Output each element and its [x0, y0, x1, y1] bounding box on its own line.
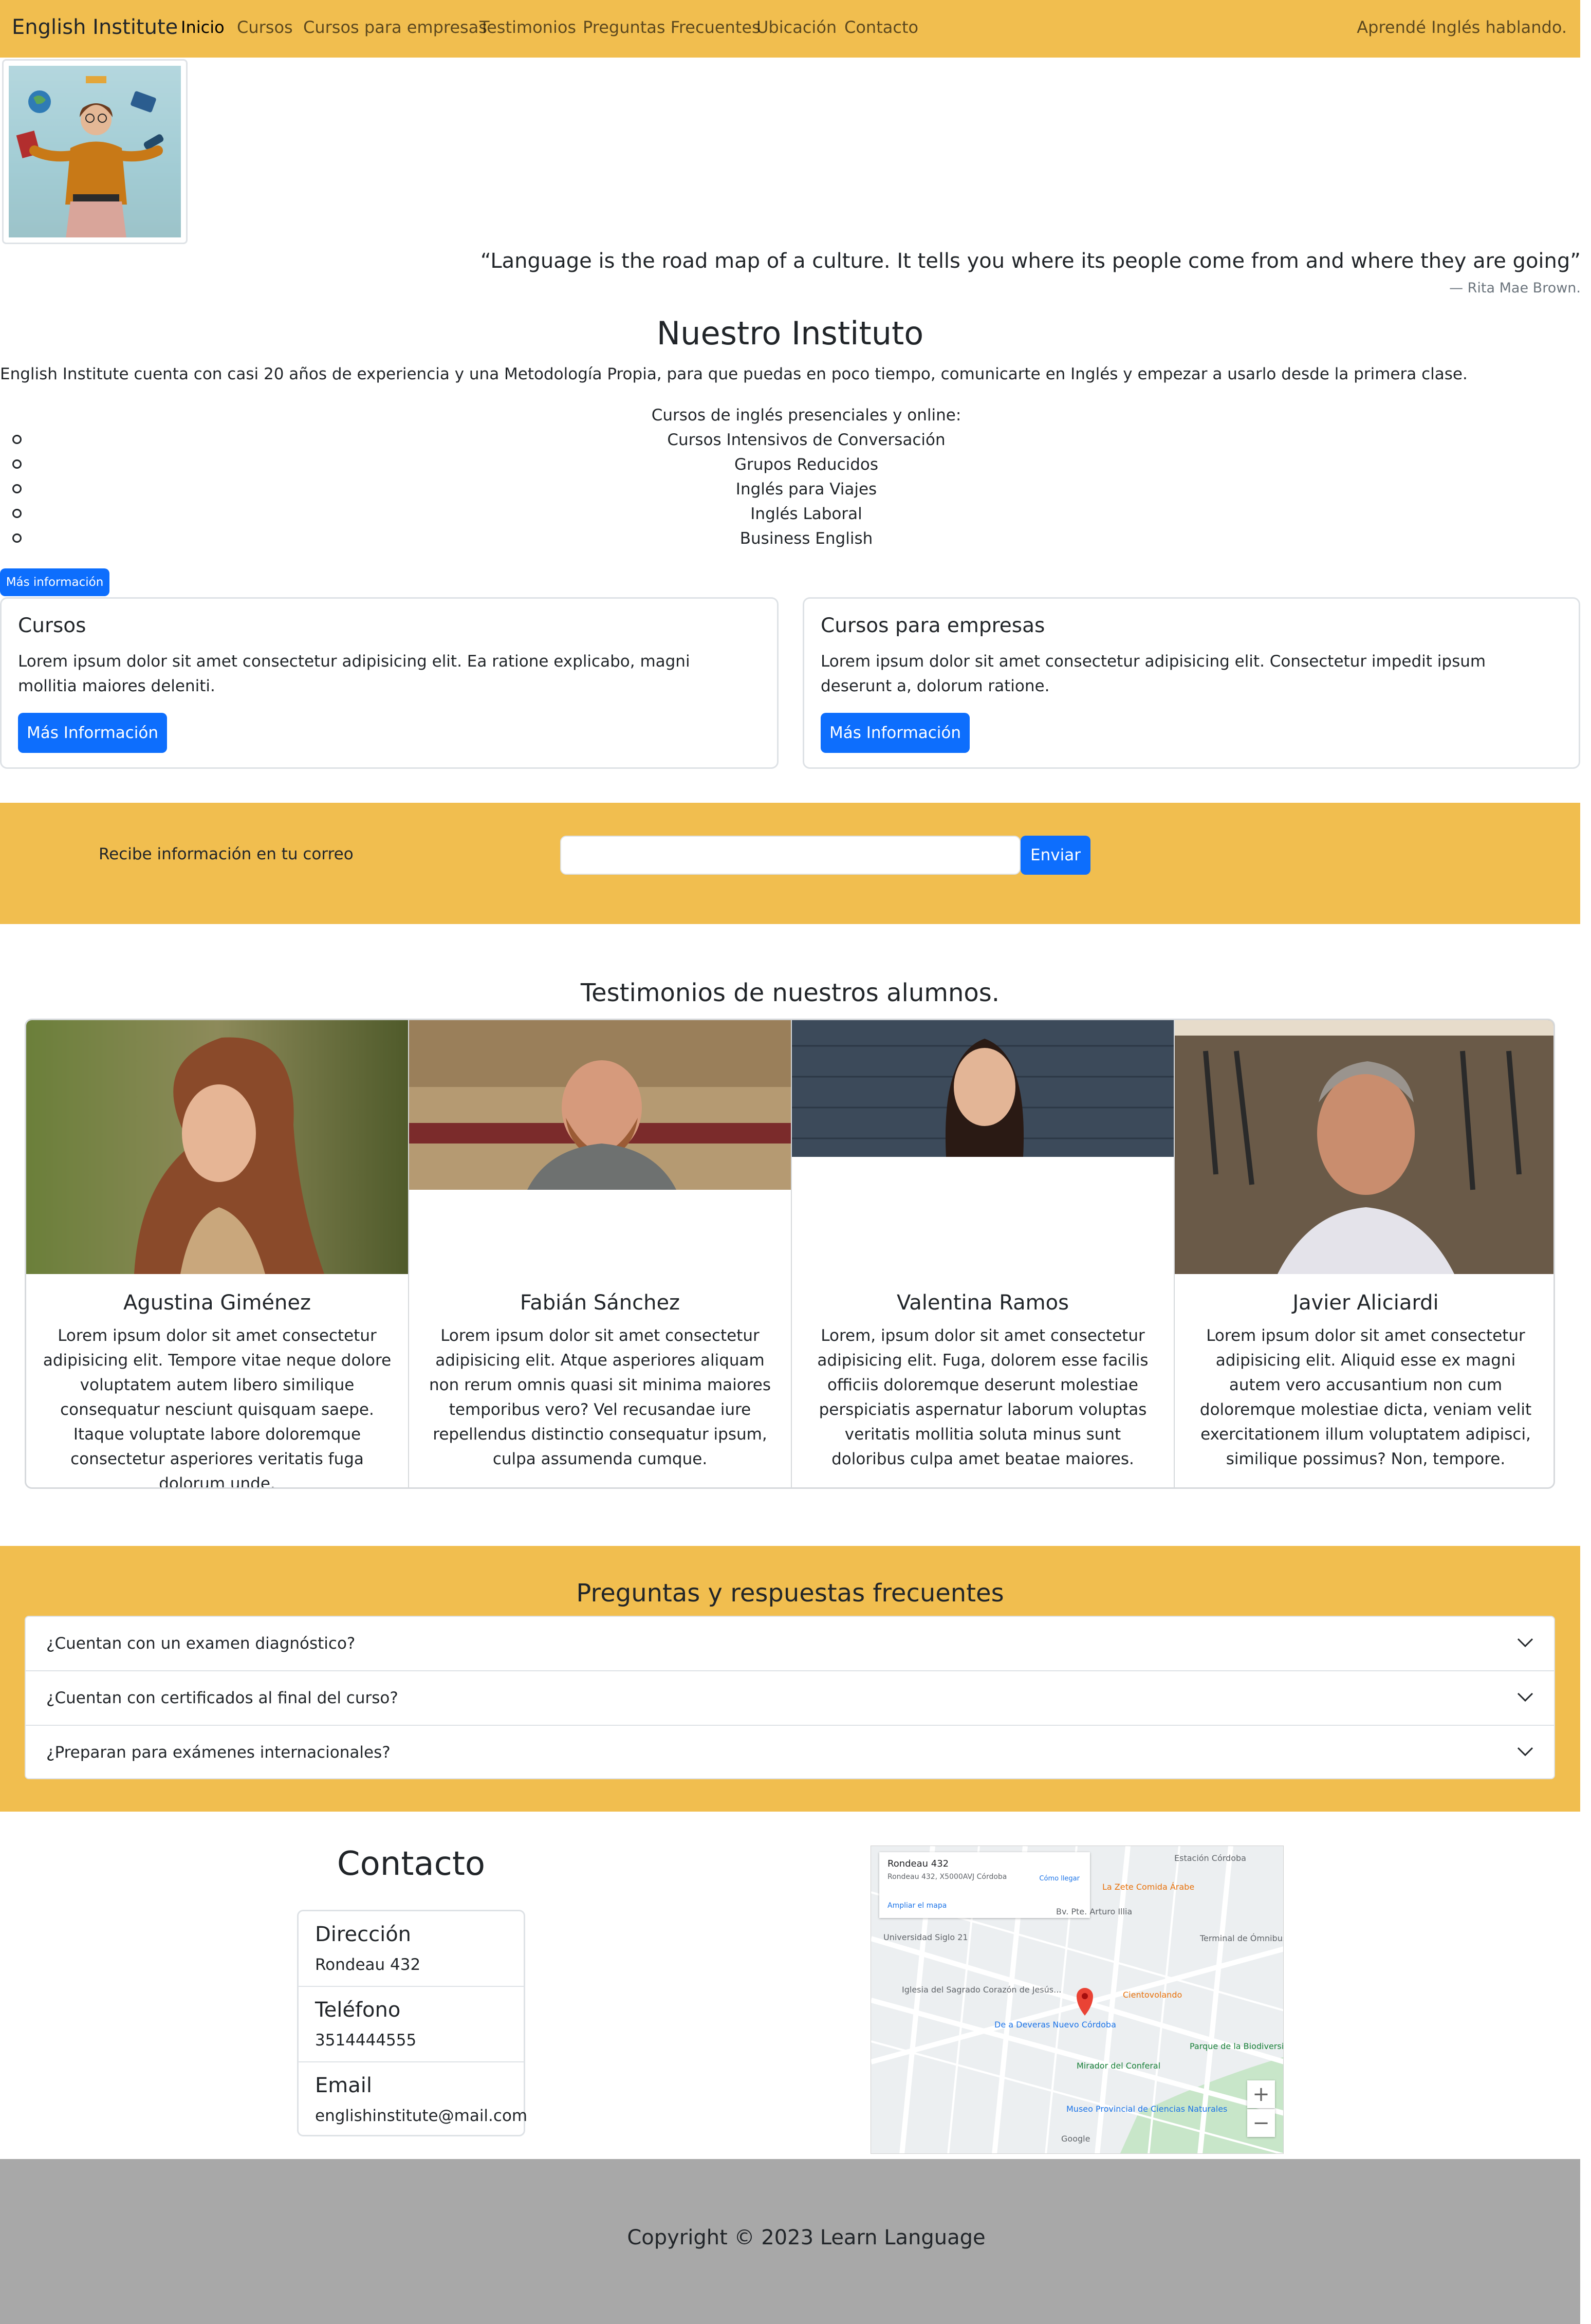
testimonial-name: Valentina Ramos — [897, 1291, 1069, 1315]
map-label: Estación Córdoba — [1174, 1853, 1246, 1863]
nav-contacto[interactable]: Contacto — [844, 17, 918, 37]
hero-quote-author: — Rita Mae Brown. — [1449, 280, 1581, 296]
chevron-down-icon — [1517, 1638, 1533, 1648]
chevron-down-icon — [1517, 1692, 1533, 1702]
section-title-testimonios: Testimonios de nuestros alumnos. — [580, 979, 1000, 1007]
copyright-text: Copyright © 2023 Learn Language — [627, 2226, 986, 2249]
newsletter-section: Recibe información en tu correo Enviar — [0, 803, 1580, 924]
testimonial-text: Lorem ipsum dolor sit amet consectetur a… — [429, 1326, 771, 1468]
map-label: Bv. Pte. Arturo Illia — [1056, 1907, 1133, 1916]
map-label: Google — [1061, 2134, 1090, 2144]
accordion-question: ¿Cuentan con un examen diagnóstico? — [46, 1634, 356, 1653]
testimonial-photo — [1175, 1020, 1553, 1274]
email-input[interactable] — [560, 836, 1021, 875]
section-title-instituto: Nuestro Instituto — [656, 315, 924, 352]
card-cursos-empresas: Cursos para empresas Lorem ipsum dolor s… — [803, 597, 1580, 769]
map-label: Parque de la Biodiversidad — [1190, 2041, 1284, 2051]
map-label: Mirador del Conferal — [1077, 2061, 1161, 2071]
map-place-title: Rondeau 432 — [887, 1858, 949, 1869]
contact-item-direccion: Dirección Rondeau 432 — [299, 1911, 524, 1987]
map-enlarge-link[interactable]: Ampliar el mapa — [887, 1902, 947, 1910]
card-text: Lorem ipsum dolor sit amet consectetur a… — [18, 652, 690, 695]
map-place-address: Rondeau 432, X5000AVJ Córdoba — [887, 1873, 1007, 1881]
brand-link[interactable]: English Institute — [12, 15, 178, 39]
map-label: La Zete Comida Árabe — [1102, 1882, 1195, 1892]
contact-item-email: Email englishinstitute@mail.com — [299, 2062, 528, 2138]
zoom-in-button[interactable]: + — [1247, 2080, 1275, 2108]
map-label: De a Deveras Nuevo Córdoba — [994, 2020, 1116, 2030]
testimonial-name: Fabián Sánchez — [520, 1291, 680, 1315]
accordion-question: ¿Cuentan con certificados al final del c… — [46, 1689, 398, 1707]
course-list-item: Grupos Reducidos — [734, 455, 879, 474]
contact-item-telefono: Teléfono 3514444555 — [299, 1987, 524, 2062]
empresas-more-info-button[interactable]: Más Información — [821, 713, 970, 753]
accordion-question: ¿Preparan para exámenes internacionales? — [46, 1743, 391, 1762]
section-title-faq: Preguntas y respuestas frecuentes — [576, 1579, 1004, 1608]
section-title-contacto: Contacto — [337, 1845, 486, 1883]
contact-value: 3514444555 — [315, 2031, 417, 2050]
testimonial-photo — [792, 1020, 1174, 1157]
course-list-item: Inglés Laboral — [750, 505, 862, 523]
testimonial-card-group: Agustina Giménez Lorem ipsum dolor sit a… — [25, 1019, 1555, 1489]
nav-ubicacion[interactable]: Ubicación — [756, 17, 837, 37]
card-title: Cursos para empresas — [821, 614, 1045, 637]
hero-image-frame — [2, 59, 188, 244]
hero-teacher-illustration — [9, 66, 181, 237]
testimonial-name: Agustina Giménez — [123, 1291, 311, 1315]
course-list-item: Cursos Intensivos de Conversación — [667, 431, 946, 449]
testimonial-name: Javier Aliciardi — [1292, 1291, 1439, 1315]
chevron-down-icon — [1517, 1747, 1533, 1757]
course-list-item: Business English — [739, 529, 873, 548]
testimonial-text: Lorem ipsum dolor sit amet consectetur a… — [43, 1326, 392, 1489]
map-label: Universidad Siglo 21 — [883, 1932, 968, 1942]
nav-testimonios[interactable]: Testimonios — [479, 17, 576, 37]
testimonial-text: Lorem, ipsum dolor sit amet consectetur … — [817, 1326, 1149, 1468]
courses-heading: Cursos de inglés presenciales y online: — [651, 406, 961, 425]
nav-cursos[interactable]: Cursos — [237, 17, 293, 37]
map-label: Museo Provincial de Ciencias Naturales — [1066, 2104, 1228, 2114]
contact-label: Email — [315, 2074, 372, 2097]
map-label: Iglesia del Sagrado Corazón de Jesús... — [902, 1985, 1062, 1995]
faq-accordion: ¿Cuentan con un examen diagnóstico? ¿Cue… — [25, 1616, 1555, 1779]
contact-value: Rondeau 432 — [315, 1956, 421, 1974]
card-text: Lorem ipsum dolor sit amet consectetur a… — [821, 652, 1486, 695]
contact-list: Dirección Rondeau 432 Teléfono 351444455… — [297, 1910, 528, 2138]
contact-value: englishinstitute@mail.com — [315, 2107, 528, 2125]
cursos-more-info-button[interactable]: Más Información — [18, 713, 167, 753]
instituto-intro: English Institute cuenta con casi 20 año… — [0, 365, 1468, 383]
nav-inicio[interactable]: Inicio — [181, 17, 225, 37]
newsletter-label: Recibe información en tu correo — [99, 845, 354, 863]
zoom-out-button[interactable]: − — [1247, 2109, 1275, 2137]
testimonial-card: Agustina Giménez Lorem ipsum dolor sit a… — [26, 1020, 409, 1489]
map-label: Cientovolando — [1123, 1990, 1182, 2000]
card-cursos: Cursos Lorem ipsum dolor sit amet consec… — [0, 597, 779, 769]
testimonial-card: Fabián Sánchez Lorem ipsum dolor sit ame… — [409, 1020, 792, 1487]
contact-label: Teléfono — [315, 1998, 401, 2022]
accordion-item[interactable]: ¿Cuentan con un examen diagnóstico? — [26, 1617, 1554, 1671]
send-button[interactable]: Enviar — [1021, 836, 1090, 875]
testimonial-card: Javier Aliciardi Lorem ipsum dolor sit a… — [1175, 1020, 1553, 1487]
accordion-item[interactable]: ¿Cuentan con certificados al final del c… — [26, 1671, 1554, 1726]
contact-label: Dirección — [315, 1923, 412, 1946]
footer: Copyright © 2023 Learn Language — [0, 2159, 1580, 2324]
map-directions-link[interactable]: Cómo llegar — [1039, 1875, 1080, 1883]
accordion-item[interactable]: ¿Preparan para exámenes internacionales? — [26, 1726, 1554, 1780]
map-label: Terminal de Ómnibus de Córdoba — [1200, 1933, 1284, 1943]
testimonial-photo — [409, 1020, 791, 1190]
nav-cursos-empresas[interactable]: Cursos para empresas — [303, 17, 487, 37]
faq-section: Preguntas y respuestas frecuentes ¿Cuent… — [0, 1546, 1580, 1812]
testimonial-photo — [26, 1020, 408, 1274]
testimonial-text: Lorem ipsum dolor sit amet consectetur a… — [1199, 1326, 1532, 1468]
hero-quote: “Language is the road map of a culture. … — [480, 249, 1581, 273]
mas-informacion-button[interactable]: Más información — [0, 568, 109, 596]
nav-preguntas[interactable]: Preguntas Frecuentes — [583, 17, 761, 37]
nav-tagline: Aprendé Inglés hablando. — [1357, 17, 1567, 37]
testimonial-card: Valentina Ramos Lorem, ipsum dolor sit a… — [792, 1020, 1175, 1487]
card-title: Cursos — [18, 614, 86, 637]
course-list-item: Inglés para Viajes — [735, 480, 877, 499]
navbar: English Institute Inicio Cursos Cursos p… — [0, 0, 1580, 58]
location-map[interactable]: Rondeau 432 Rondeau 432, X5000AVJ Córdob… — [871, 1846, 1284, 2154]
